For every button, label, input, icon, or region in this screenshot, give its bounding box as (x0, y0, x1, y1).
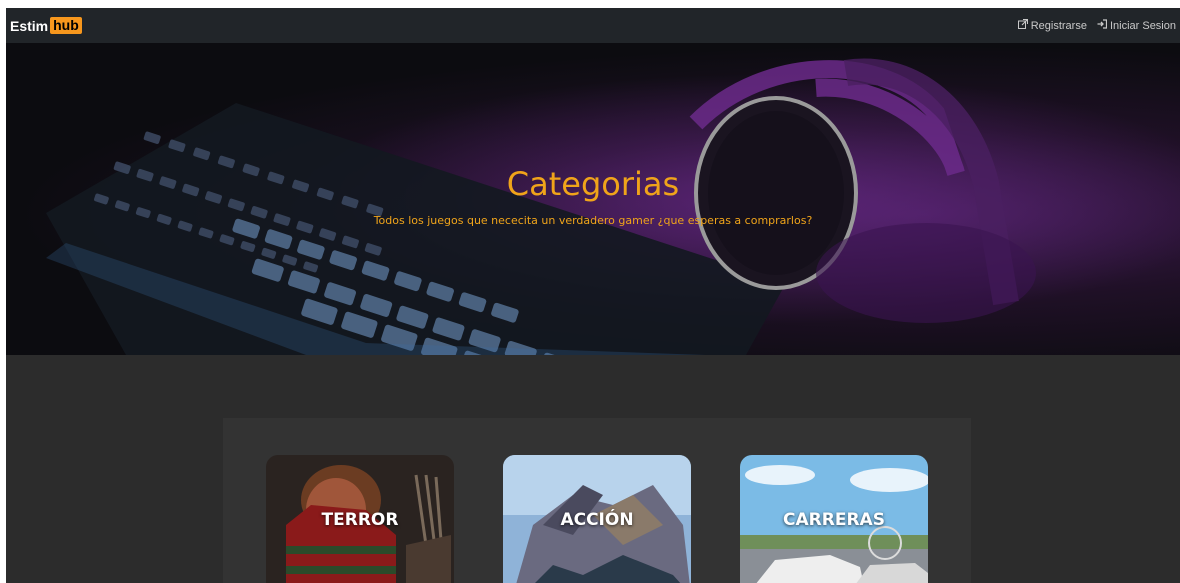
login-label: Iniciar Sesion (1109, 19, 1176, 32)
categories-panel: TERROR ACCIÓN CARRERAS (223, 418, 971, 583)
brand-text: Estim (10, 17, 49, 34)
navbar: Estim hub Registrarse Iniciar Sesion (6, 8, 1180, 43)
category-label-carreras: CARRERAS (783, 510, 885, 530)
category-card-terror[interactable]: TERROR (266, 455, 454, 583)
sign-in-icon (1097, 19, 1108, 32)
page: Estim hub Registrarse Iniciar Sesion Cat… (6, 8, 1180, 583)
brand-highlight: hub (50, 17, 82, 34)
category-label-terror: TERROR (321, 510, 399, 530)
page-title: Categorias (506, 165, 680, 203)
category-card-accion[interactable]: ACCIÓN (503, 455, 691, 583)
external-link-icon (1017, 18, 1028, 32)
brand-logo[interactable]: Estim hub (10, 17, 82, 34)
category-label-accion: ACCIÓN (560, 510, 634, 530)
hero-banner: Categorias Todos los juegos que nececita… (6, 43, 1180, 355)
login-link[interactable]: Iniciar Sesion (1097, 19, 1176, 32)
register-label: Registrarse (1030, 19, 1087, 32)
page-subtitle: Todos los juegos que nececita un verdade… (373, 214, 813, 227)
nav-links: Registrarse Iniciar Sesion (1017, 18, 1176, 32)
register-link[interactable]: Registrarse (1017, 18, 1087, 32)
category-card-carreras[interactable]: CARRERAS (740, 455, 928, 583)
